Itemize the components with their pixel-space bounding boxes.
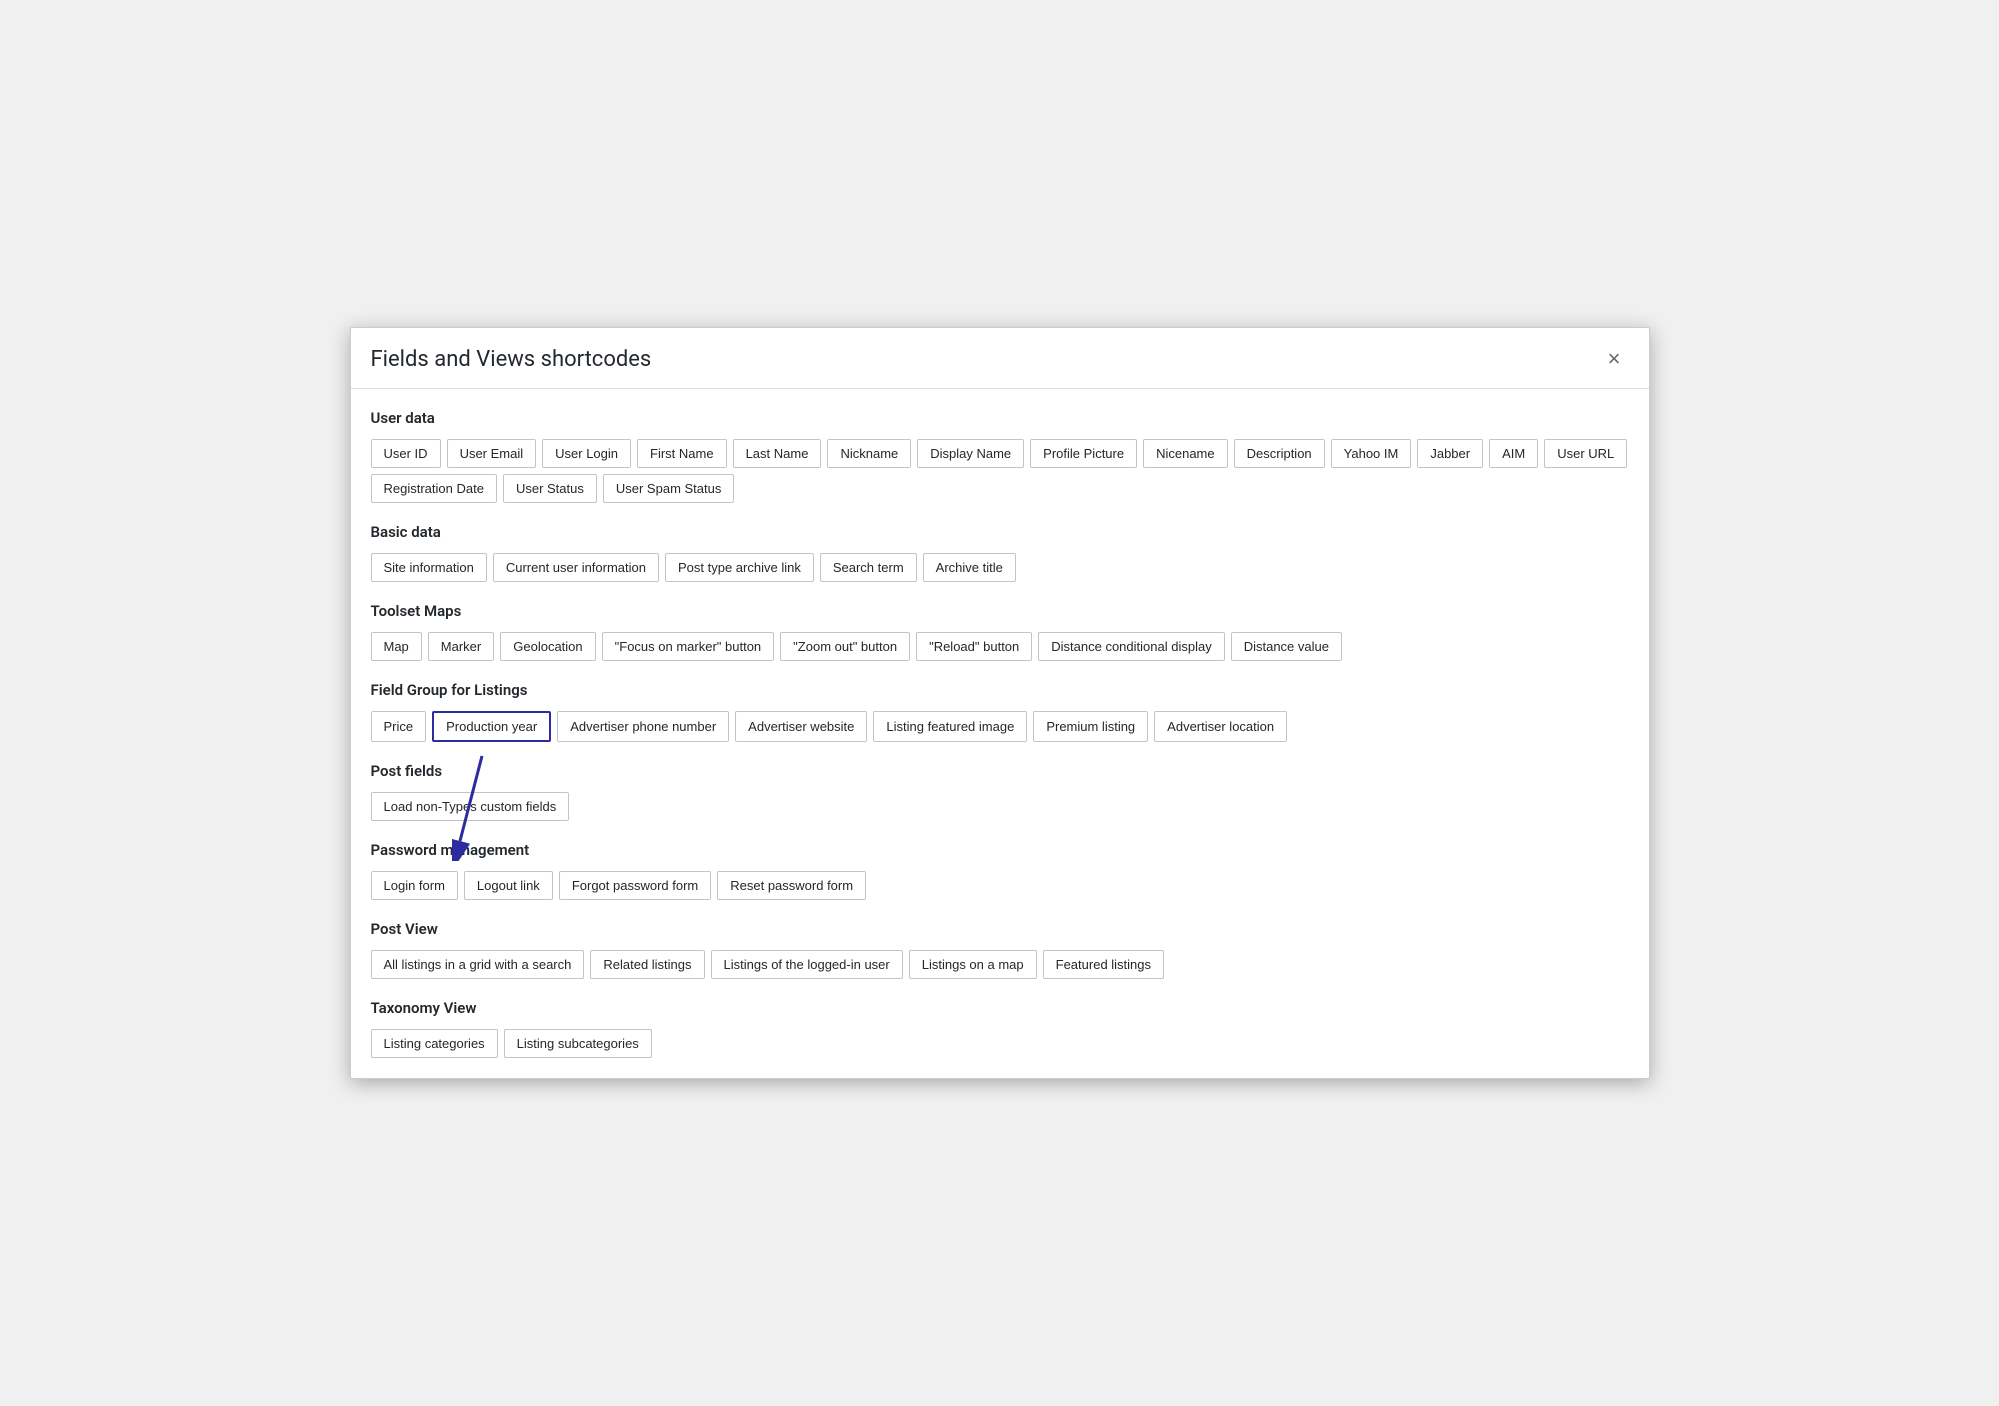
tags-container-user-data: User IDUser EmailUser LoginFirst NameLas… [371,439,1629,503]
section-title-field-group-listings: Field Group for Listings [371,681,1629,699]
tag-nickname[interactable]: Nickname [827,439,911,468]
section-title-user-data: User data [371,409,1629,427]
tags-container-post-view: All listings in a grid with a searchRela… [371,950,1629,979]
tag-site-information[interactable]: Site information [371,553,487,582]
tag-user-spam-status[interactable]: User Spam Status [603,474,735,503]
tag-yahoo-im[interactable]: Yahoo IM [1331,439,1412,468]
tag-user-status[interactable]: User Status [503,474,597,503]
section-title-post-fields: Post fields [371,762,1629,780]
tag-reset-password-form[interactable]: Reset password form [717,871,866,900]
tag-first-name[interactable]: First Name [637,439,727,468]
section-taxonomy-view: Taxonomy View Listing categoriesListing s… [371,999,1629,1058]
tag-aim[interactable]: AIM [1489,439,1538,468]
tag-last-name[interactable]: Last Name [733,439,822,468]
tags-container-post-fields: Load non-Types custom fields [371,792,1629,821]
tag-listing-categories[interactable]: Listing categories [371,1029,498,1058]
tags-container-password-management: Login formLogout linkForgot password for… [371,871,1629,900]
tag-registration-date[interactable]: Registration Date [371,474,497,503]
section-title-password-management: Password management [371,841,1629,859]
modal-title: Fields and Views shortcodes [371,347,652,372]
tag-archive-title[interactable]: Archive title [923,553,1016,582]
tag-listing-subcategories[interactable]: Listing subcategories [504,1029,652,1058]
tag-advertiser-location[interactable]: Advertiser location [1154,711,1287,742]
tag-marker[interactable]: Marker [428,632,494,661]
tag-map[interactable]: Map [371,632,422,661]
tag-current-user-information[interactable]: Current user information [493,553,659,582]
section-post-view: Post View All listings in a grid with a s… [371,920,1629,979]
tag-jabber[interactable]: Jabber [1417,439,1483,468]
tag-nicename[interactable]: Nicename [1143,439,1228,468]
tag-"focus-on-marker"-button[interactable]: "Focus on marker" button [602,632,775,661]
tag-post-type-archive-link[interactable]: Post type archive link [665,553,814,582]
section-basic-data: Basic data Site informationCurrent user i… [371,523,1629,582]
tags-container-toolset-maps: MapMarkerGeolocation"Focus on marker" bu… [371,632,1629,661]
section-toolset-maps: Toolset Maps MapMarkerGeolocation"Focus o… [371,602,1629,661]
tags-container-basic-data: Site informationCurrent user information… [371,553,1629,582]
tag-listings-on-a-map[interactable]: Listings on a map [909,950,1037,979]
modal-header: Fields and Views shortcodes × [351,328,1649,389]
section-title-post-view: Post View [371,920,1629,938]
tag-user-id[interactable]: User ID [371,439,441,468]
tag-logout-link[interactable]: Logout link [464,871,553,900]
tags-container-taxonomy-view: Listing categoriesListing subcategories [371,1029,1629,1058]
tag-profile-picture[interactable]: Profile Picture [1030,439,1137,468]
section-field-group-listings: Field Group for Listings PriceProduction … [371,681,1629,742]
tag-all-listings-in-a-grid-with-a-search[interactable]: All listings in a grid with a search [371,950,585,979]
tag-listings-of-the-logged-in-user[interactable]: Listings of the logged-in user [711,950,903,979]
section-title-toolset-maps: Toolset Maps [371,602,1629,620]
modal-container: Fields and Views shortcodes × User dataU… [350,327,1650,1079]
section-user-data: User data User IDUser EmailUser LoginFirs… [371,409,1629,503]
tag-load-non-types-custom-fields[interactable]: Load non-Types custom fields [371,792,570,821]
tag-featured-listings[interactable]: Featured listings [1043,950,1164,979]
section-post-fields: Post fields Load non-Types custom fields [371,762,1629,821]
modal-body: User data User IDUser EmailUser LoginFirs… [351,389,1649,1078]
tag-forgot-password-form[interactable]: Forgot password form [559,871,711,900]
tag-listing-featured-image[interactable]: Listing featured image [873,711,1027,742]
section-title-basic-data: Basic data [371,523,1629,541]
tag-description[interactable]: Description [1234,439,1325,468]
tag-distance-value[interactable]: Distance value [1231,632,1342,661]
tag-distance-conditional-display[interactable]: Distance conditional display [1038,632,1224,661]
tag-display-name[interactable]: Display Name [917,439,1024,468]
highlighted-tag-wrapper: Production year [432,711,551,742]
close-button[interactable]: × [1600,344,1629,374]
tag-related-listings[interactable]: Related listings [590,950,704,979]
tag-production-year[interactable]: Production year [432,711,551,742]
tag-search-term[interactable]: Search term [820,553,917,582]
tags-container-field-group-listings: PriceProduction yearAdvertiser phone num… [371,711,1629,742]
tag-premium-listing[interactable]: Premium listing [1033,711,1148,742]
tag-"reload"-button[interactable]: "Reload" button [916,632,1032,661]
section-title-taxonomy-view: Taxonomy View [371,999,1629,1017]
tag-user-login[interactable]: User Login [542,439,631,468]
tag-geolocation[interactable]: Geolocation [500,632,595,661]
tag-login-form[interactable]: Login form [371,871,458,900]
tag-price[interactable]: Price [371,711,427,742]
tag-"zoom-out"-button[interactable]: "Zoom out" button [780,632,910,661]
tag-user-url[interactable]: User URL [1544,439,1627,468]
section-password-management: Password management Login formLogout link… [371,841,1629,900]
tag-advertiser-phone-number[interactable]: Advertiser phone number [557,711,729,742]
tag-user-email[interactable]: User Email [447,439,537,468]
tag-advertiser-website[interactable]: Advertiser website [735,711,867,742]
